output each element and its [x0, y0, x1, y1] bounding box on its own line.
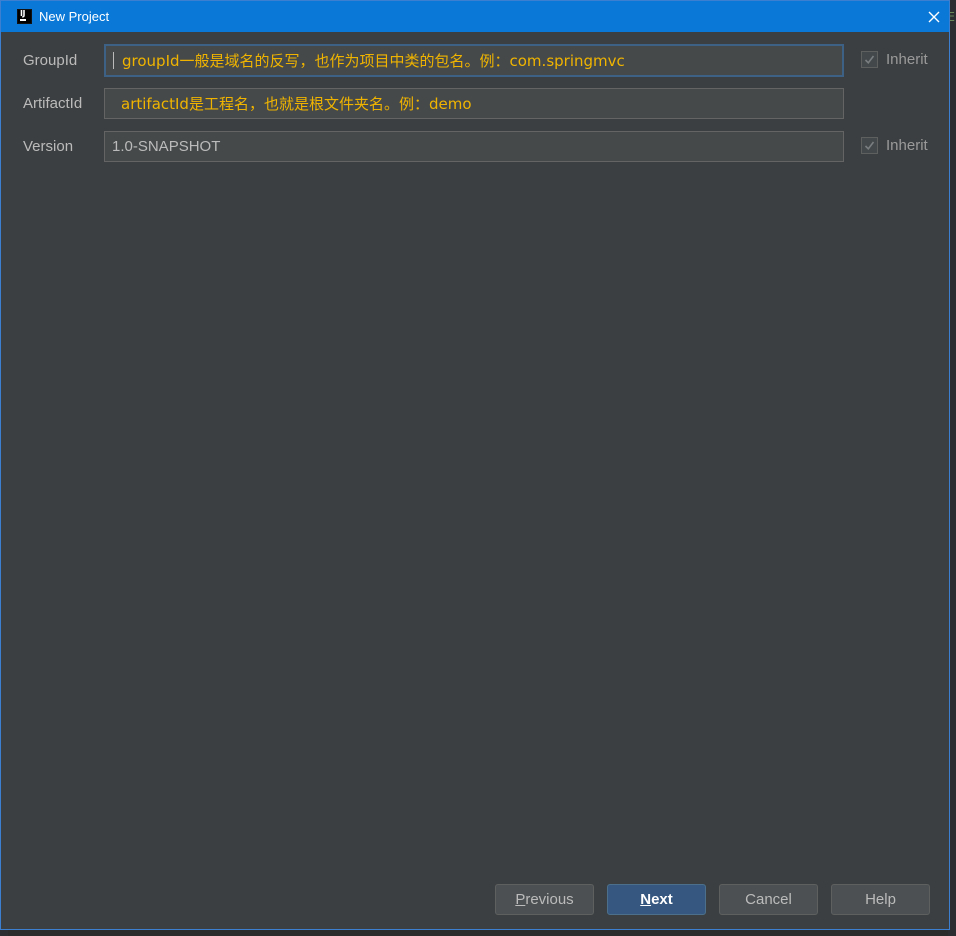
- intellij-idea-icon: IJ: [17, 9, 32, 24]
- version-input[interactable]: 1.0-SNAPSHOT: [104, 131, 844, 162]
- artifactid-label: ArtifactId: [23, 95, 83, 112]
- close-icon: [928, 11, 940, 22]
- groupid-hint: groupId一般是域名的反写，也作为项目中类的包名。例：com.springm…: [122, 52, 625, 70]
- dialog-title: New Project: [39, 9, 110, 24]
- previous-button[interactable]: Previous: [495, 884, 594, 915]
- artifactid-input[interactable]: artifactId是工程名，也就是根文件夹名。例：demo: [104, 88, 844, 119]
- help-button[interactable]: Help: [831, 884, 930, 915]
- next-label: ext: [651, 891, 673, 908]
- next-button[interactable]: Next: [607, 884, 706, 915]
- text-caret: [113, 52, 114, 69]
- help-label: Help: [865, 891, 896, 908]
- dialog-titlebar: IJ New Project: [1, 1, 949, 32]
- next-mnemonic: N: [640, 891, 652, 908]
- groupid-input[interactable]: groupId一般是域名的反写，也作为项目中类的包名。例：com.springm…: [104, 44, 844, 77]
- new-project-dialog: IJ New Project GroupId groupId一般是域名的反写，也…: [0, 0, 950, 930]
- groupid-inherit[interactable]: Inherit: [861, 51, 928, 68]
- checkmark-icon: [864, 141, 875, 151]
- groupid-inherit-checkbox[interactable]: [861, 51, 878, 68]
- checkmark-icon: [864, 55, 875, 65]
- previous-mnemonic: P: [515, 891, 526, 908]
- version-value: 1.0-SNAPSHOT: [112, 138, 221, 155]
- version-inherit-checkbox[interactable]: [861, 137, 878, 154]
- previous-label: revious: [525, 891, 574, 908]
- artifactid-hint: artifactId是工程名，也就是根文件夹名。例：demo: [121, 95, 472, 113]
- version-inherit-label: Inherit: [886, 137, 928, 154]
- dialog-content: GroupId groupId一般是域名的反写，也作为项目中类的包名。例：com…: [8, 32, 942, 929]
- cancel-button[interactable]: Cancel: [719, 884, 818, 915]
- version-inherit[interactable]: Inherit: [861, 137, 928, 154]
- groupid-inherit-label: Inherit: [886, 51, 928, 68]
- groupid-label: GroupId: [23, 52, 78, 69]
- cancel-label: Cancel: [745, 891, 792, 908]
- version-label: Version: [23, 138, 74, 155]
- close-button[interactable]: [919, 1, 949, 32]
